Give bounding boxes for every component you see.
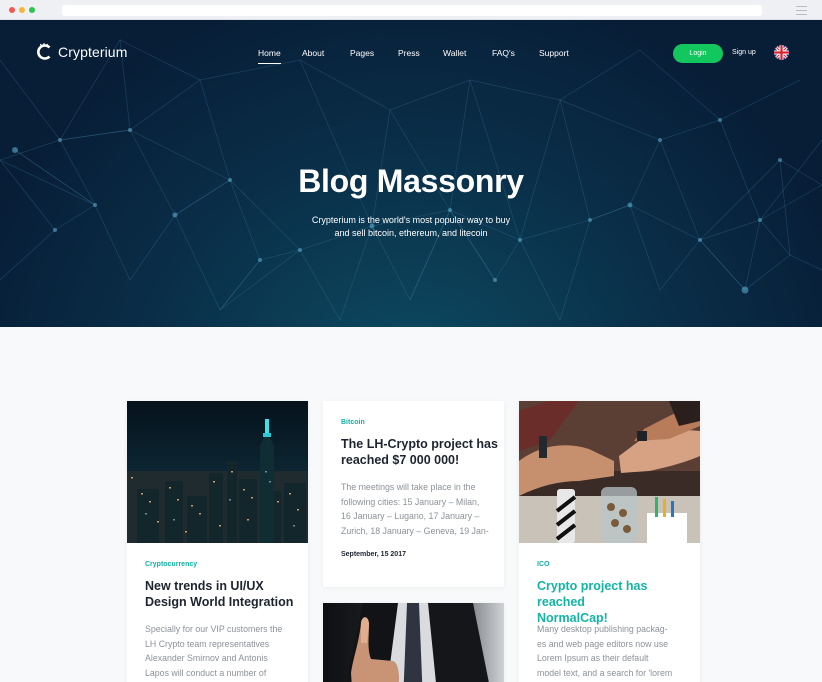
- post-excerpt-line: Specially for our VIP customers the: [145, 624, 283, 634]
- team-fist-bump-image[interactable]: [519, 401, 700, 543]
- post-date: September, 15 2017: [341, 551, 406, 558]
- browser-chrome: [0, 0, 822, 20]
- uk-flag-icon[interactable]: [774, 45, 789, 60]
- nav-item-home[interactable]: Home: [258, 48, 281, 64]
- maximize-window-dot[interactable]: [29, 7, 35, 13]
- post-excerpt-line: LH Crypto team representatives: [145, 638, 270, 649]
- post-category-tag[interactable]: ICO: [537, 561, 549, 568]
- signup-link[interactable]: Sign up: [732, 49, 756, 56]
- hero-subtitle-line: Crypterium is the world's most popular w…: [311, 215, 511, 225]
- post-category-tag[interactable]: Cryptocurrency: [145, 561, 197, 568]
- post-excerpt-line: Lorem Ipsum as their default: [537, 653, 649, 664]
- post-excerpt-line: model text, and a search for 'lorem: [537, 667, 673, 678]
- hero-subtitle-line: and sell bitcoin, ethereum, and litecoin: [334, 227, 488, 238]
- nav-item-support[interactable]: Support: [539, 48, 569, 58]
- hero-subtitle: Crypterium is the world's most popular w…: [300, 214, 522, 239]
- hero-section: Crypterium Home About Pages Press Wallet…: [0, 20, 822, 327]
- post-excerpt: Specially for our VIP customers the LH C…: [145, 622, 305, 680]
- city-night-image[interactable]: [127, 401, 308, 543]
- post-card[interactable]: Bitcoin The LH-Crypto project has reache…: [323, 401, 504, 587]
- post-excerpt: The meetings will take place in the foll…: [341, 480, 503, 538]
- post-title-line: Crypto project has reached: [537, 579, 648, 609]
- post-excerpt: Many desktop publishing packag- es and w…: [537, 622, 699, 680]
- blog-grid: Cryptocurrency New trends in UI/UX Desig…: [0, 327, 822, 682]
- post-card[interactable]: [323, 603, 504, 682]
- post-excerpt-line: following cities: 15 January – Milan,: [341, 496, 480, 507]
- nav-item-about[interactable]: About: [302, 48, 324, 58]
- post-excerpt-line: Zurich, 18 January – Geneva, 19 Jan-: [341, 525, 489, 536]
- post-excerpt-line: The meetings will take place in the: [341, 482, 476, 492]
- post-card[interactable]: Cryptocurrency New trends in UI/UX Desig…: [127, 401, 308, 682]
- post-excerpt-line: Lapos will conduct a number of: [145, 667, 267, 678]
- minimize-window-dot[interactable]: [19, 7, 25, 13]
- post-excerpt-line: Alexander Smirnov and Antonis: [145, 653, 268, 664]
- page-title: Blog Massonry: [298, 163, 524, 199]
- nav-item-pages[interactable]: Pages: [350, 48, 374, 58]
- nav-item-wallet[interactable]: Wallet: [443, 48, 466, 58]
- post-title[interactable]: Crypto project has reached NormalCap!: [537, 578, 697, 626]
- post-title-line: Design World Integration: [145, 595, 294, 609]
- nav-item-faqs[interactable]: FAQ's: [492, 48, 515, 58]
- post-title[interactable]: The LH-Crypto project has reached $7 000…: [341, 436, 501, 468]
- post-card[interactable]: ICO Crypto project has reached NormalCap…: [519, 401, 700, 682]
- login-button[interactable]: Login: [673, 44, 723, 63]
- post-excerpt-line: es and web page editors now use: [537, 638, 669, 649]
- post-title-line: New trends in UI/UX: [145, 579, 264, 593]
- nav-item-press[interactable]: Press: [398, 48, 420, 58]
- post-title[interactable]: New trends in UI/UX Design World Integra…: [145, 578, 305, 610]
- post-category-tag[interactable]: Bitcoin: [341, 419, 365, 426]
- post-title-line: reached $7 000 000!: [341, 453, 460, 467]
- hamburger-menu-icon[interactable]: [796, 6, 807, 15]
- address-bar[interactable]: [62, 5, 762, 16]
- post-title-line: The LH-Crypto project has: [341, 437, 498, 451]
- close-window-dot[interactable]: [9, 7, 15, 13]
- post-excerpt-line: Many desktop publishing packag-: [537, 624, 668, 634]
- post-excerpt-line: 16 January – Lugano, 17 January –: [341, 511, 480, 522]
- business-thumbs-up-image[interactable]: [323, 603, 504, 682]
